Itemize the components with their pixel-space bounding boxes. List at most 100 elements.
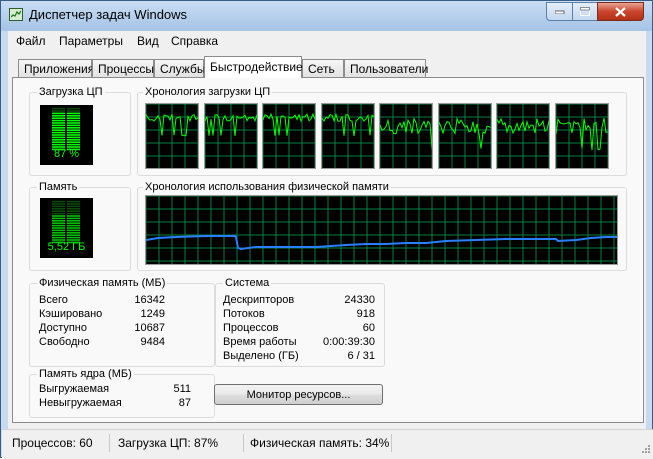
meter-segment xyxy=(52,134,65,136)
meter-segment xyxy=(52,127,65,129)
meter-segment xyxy=(67,122,80,124)
meter-segment xyxy=(67,119,80,122)
cpu-core-history-graph xyxy=(262,103,316,169)
cpu-usage-label: Загрузка ЦП xyxy=(37,86,105,98)
menu-bar: Файл Параметры Вид Справка xyxy=(8,31,646,52)
kernel-memory-row: Невыгружаемая 87 xyxy=(39,397,191,409)
resize-grip-icon[interactable] xyxy=(640,443,650,456)
meter-segment xyxy=(67,129,80,131)
meter-segment xyxy=(67,127,80,129)
task-manager-app-icon xyxy=(9,8,23,21)
system-row: Процессов 60 xyxy=(223,322,375,334)
maximize-button[interactable] xyxy=(572,2,598,21)
meter-segment xyxy=(67,139,80,141)
title-bar[interactable]: Диспетчер задач Windows xyxy=(1,1,652,30)
meter-segment xyxy=(67,224,80,227)
system-row: Дескрипторов 24330 xyxy=(223,294,375,306)
status-bar: Процессов: 60 Загрузка ЦП: 87% Физическа… xyxy=(2,429,653,459)
meter-segment xyxy=(67,107,80,110)
cpu-core-history-graph xyxy=(145,103,199,169)
meter-segment xyxy=(52,227,65,229)
meter-segment xyxy=(52,115,65,117)
meter-segment xyxy=(52,110,65,112)
meter-segment xyxy=(52,139,65,141)
memory-meter-bars xyxy=(52,200,80,244)
performance-panel: Загрузка ЦП 87 % Хронология загрузки ЦП … xyxy=(12,77,644,423)
meter-segment xyxy=(52,203,65,205)
meter-segment xyxy=(67,124,80,127)
resource-monitor-button[interactable]: Монитор ресурсов... xyxy=(214,384,383,405)
status-cpu: Загрузка ЦП: 87% xyxy=(112,434,244,452)
meter-segment xyxy=(52,215,65,217)
memory-usage-value: 5,52 ГБ xyxy=(47,241,86,253)
cpu-core-history-plot xyxy=(204,103,257,168)
meter-segment xyxy=(67,217,80,220)
close-button[interactable] xyxy=(597,2,644,21)
meter-segment xyxy=(67,222,80,224)
cpu-core-history-graph xyxy=(437,103,492,169)
meter-segment xyxy=(52,217,65,220)
kernel-memory-label: Память ядра (МБ) xyxy=(37,368,134,380)
system-label: Система xyxy=(223,277,272,289)
kernel-memory-row: Выгружаемая 511 xyxy=(39,383,191,395)
meter-segment xyxy=(52,222,65,224)
meter-segment xyxy=(52,136,65,139)
cpu-core-history-graph xyxy=(554,103,609,169)
meter-segment xyxy=(67,117,80,119)
meter-segment xyxy=(67,110,80,112)
meter-segment xyxy=(52,232,65,234)
memory-history-plot xyxy=(145,195,617,264)
tab-users[interactable]: Пользователи xyxy=(344,59,428,77)
minimize-button[interactable] xyxy=(546,2,573,21)
meter-segment xyxy=(67,229,80,232)
meter-segment xyxy=(52,124,65,127)
meter-segment xyxy=(67,203,80,205)
meter-segment xyxy=(52,200,65,203)
system-row: Время работы 0:00:39:30 xyxy=(223,336,375,348)
tab-network[interactable]: Сеть xyxy=(302,59,344,77)
memory-meter: 5,52 ГБ xyxy=(40,198,93,258)
meter-segment xyxy=(52,107,65,110)
meter-segment xyxy=(67,210,80,212)
tab-services[interactable]: Службы xyxy=(154,59,205,77)
menu-help[interactable]: Справка xyxy=(171,34,218,48)
meter-segment xyxy=(67,220,80,222)
physical-memory-row: Доступно 10687 xyxy=(39,322,165,334)
meter-segment xyxy=(67,112,80,115)
meter-segment xyxy=(67,232,80,234)
meter-segment xyxy=(67,212,80,215)
task-manager-window: Диспетчер задач Windows Файл Параметры В… xyxy=(0,0,653,459)
close-icon xyxy=(615,6,626,17)
tab-processes[interactable]: Процессы xyxy=(92,59,154,77)
meter-segment xyxy=(67,234,80,236)
cpu-usage-value: 87 % xyxy=(53,148,80,160)
meter-segment xyxy=(52,205,65,208)
meter-segment xyxy=(67,227,80,229)
meter-segment xyxy=(52,212,65,215)
physical-memory-label: Физическая память (МБ) xyxy=(37,277,168,289)
meter-segment xyxy=(52,208,65,210)
menu-options[interactable]: Параметры xyxy=(59,34,123,48)
cpu-core-history-graph xyxy=(203,103,258,169)
system-row: Потоков 918 xyxy=(223,308,375,320)
memory-history-label: Хронология использования физической памя… xyxy=(143,181,391,193)
meter-segment xyxy=(67,134,80,136)
cpu-core-history-plot xyxy=(438,103,491,168)
cpu-meter: 87 % xyxy=(40,105,93,165)
cpu-core-history-plot xyxy=(321,103,374,168)
status-memory: Физическая память: 34% xyxy=(244,434,392,452)
meter-segment xyxy=(67,143,80,146)
physical-memory-row: Свободно 9484 xyxy=(39,336,165,348)
meter-segment xyxy=(52,210,65,212)
status-processes: Процессов: 60 xyxy=(6,434,110,452)
tab-performance[interactable]: Быстродействие xyxy=(204,56,303,78)
meter-segment xyxy=(52,112,65,115)
cpu-core-history-graph xyxy=(496,103,550,169)
physical-memory-row: Кэшировано 1249 xyxy=(39,308,165,320)
meter-segment xyxy=(67,115,80,117)
meter-segment xyxy=(52,129,65,131)
menu-file[interactable]: Файл xyxy=(16,34,46,48)
menu-view[interactable]: Вид xyxy=(137,34,159,48)
tab-applications[interactable]: Приложения xyxy=(18,59,94,77)
meter-segment xyxy=(67,205,80,208)
